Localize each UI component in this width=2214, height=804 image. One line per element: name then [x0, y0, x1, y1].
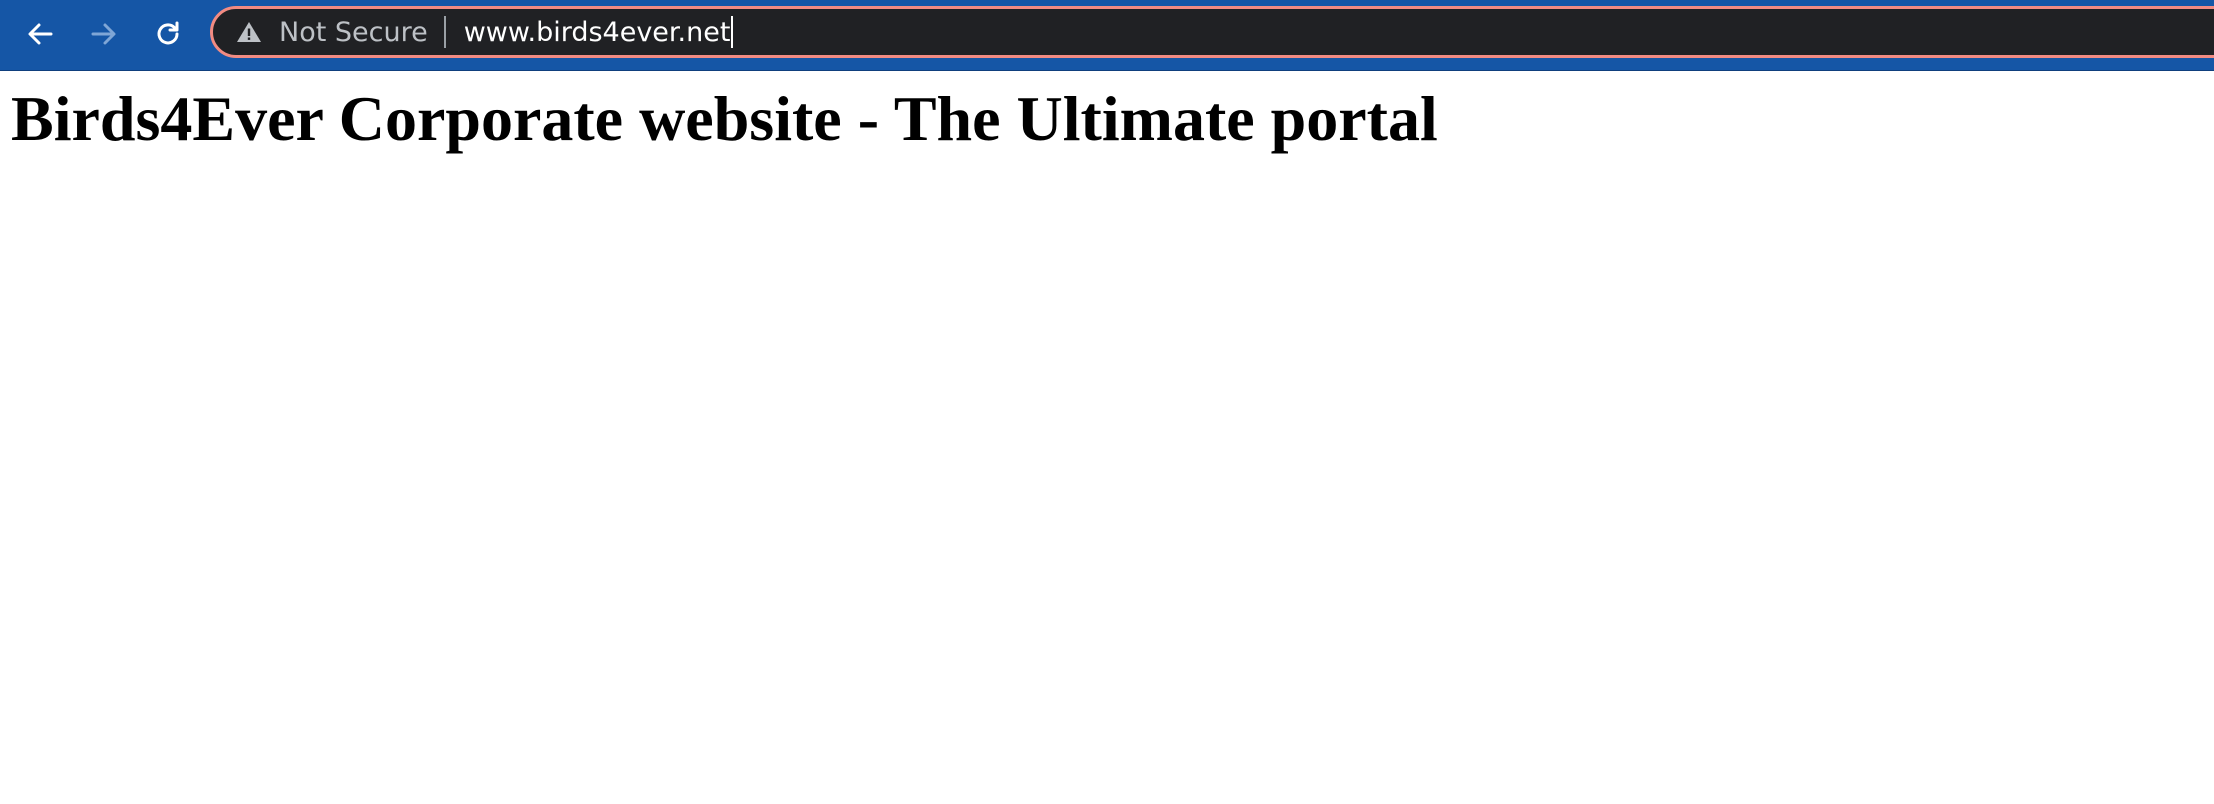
reload-icon	[153, 19, 183, 49]
address-bar-divider	[443, 16, 446, 48]
address-bar[interactable]: Not Secure www.birds4ever.net	[210, 6, 2214, 58]
text-caret	[731, 16, 734, 48]
back-button[interactable]	[20, 14, 60, 54]
url-text: www.birds4ever.net	[463, 16, 731, 48]
browser-toolbar: Not Secure www.birds4ever.net	[0, 0, 2214, 71]
arrow-right-icon	[89, 19, 119, 49]
warning-triangle-icon[interactable]	[235, 18, 263, 46]
page-content: Birds4Ever Corporate website - The Ultim…	[0, 71, 2214, 804]
url-input[interactable]: www.birds4ever.net	[464, 16, 734, 48]
reload-button[interactable]	[148, 14, 188, 54]
forward-button[interactable]	[84, 14, 124, 54]
arrow-left-icon	[25, 19, 55, 49]
security-status-label[interactable]: Not Secure	[279, 17, 428, 48]
page-heading: Birds4Ever Corporate website - The Ultim…	[11, 83, 1438, 154]
